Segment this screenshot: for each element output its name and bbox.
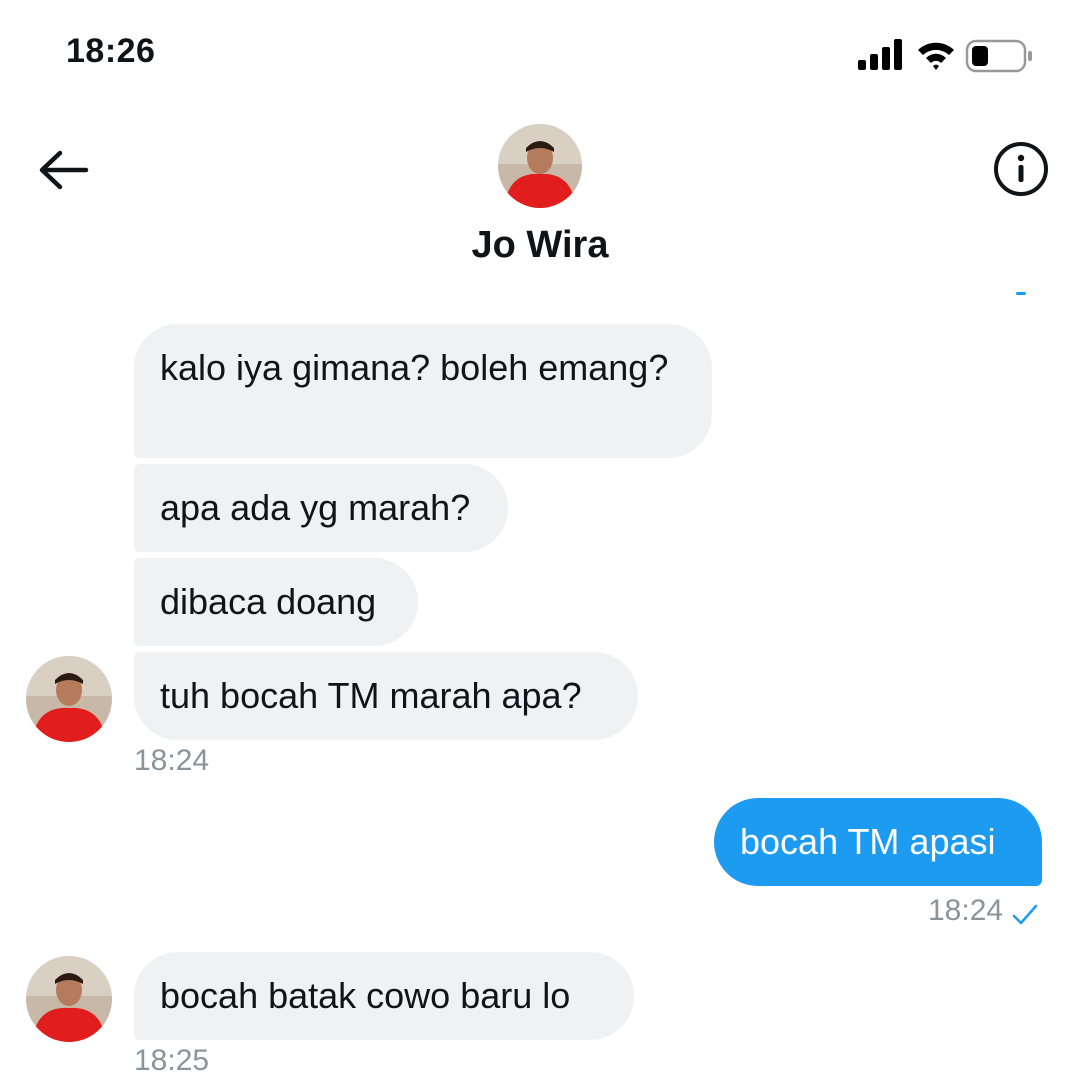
message-text: bocah TM apasi	[740, 821, 996, 862]
message-bubble-incoming[interactable]: tuh bocah TM marah apa?	[134, 652, 638, 740]
message-bubble-outgoing[interactable]: bocah TM apasi	[714, 798, 1042, 886]
info-icon[interactable]	[992, 140, 1050, 198]
status-time: 18:26	[66, 32, 156, 70]
sender-avatar[interactable]	[26, 656, 112, 742]
scroll-indicator	[1016, 292, 1026, 295]
message-timestamp: 18:24	[928, 894, 1004, 927]
message-text: dibaca doang	[160, 581, 377, 622]
contact-avatar[interactable]	[498, 124, 582, 208]
message-text: bocah batak cowo baru lo	[160, 975, 571, 1016]
sender-avatar[interactable]	[26, 956, 112, 1042]
message-text: tuh bocah TM marah apa?	[160, 675, 582, 716]
message-bubble-incoming[interactable]: apa ada yg marah?	[134, 464, 508, 552]
message-text: apa ada yg marah?	[160, 487, 471, 528]
message-bubble-incoming[interactable]: dibaca doang	[134, 558, 418, 646]
message-bubble-incoming[interactable]: kalo iya gimana? boleh emang?	[134, 324, 712, 458]
message-text: kalo iya gimana? boleh emang?	[160, 347, 669, 388]
wifi-icon	[918, 42, 954, 70]
sent-check-icon	[1012, 904, 1038, 925]
back-arrow-icon[interactable]	[34, 140, 94, 200]
message-timestamp: 18:24	[134, 744, 210, 777]
status-icons	[858, 39, 1032, 73]
signal-icon	[858, 39, 902, 70]
contact-name[interactable]: Jo Wira	[0, 224, 1080, 267]
battery-icon	[965, 39, 1032, 73]
message-timestamp: 18:25	[134, 1044, 210, 1077]
message-bubble-incoming[interactable]: bocah batak cowo baru lo	[134, 952, 634, 1040]
